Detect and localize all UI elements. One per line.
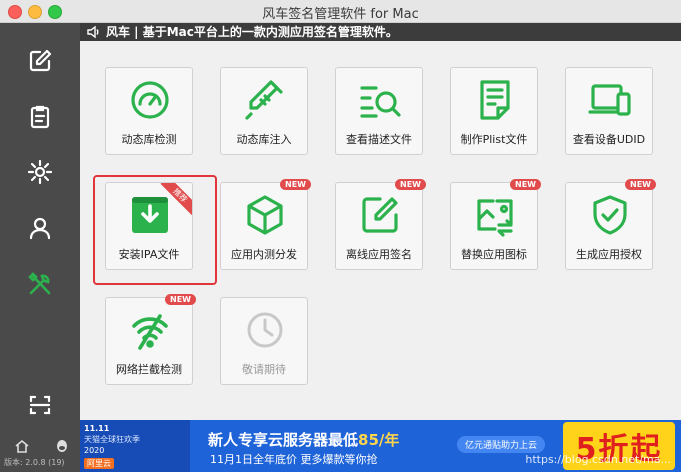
document-icon (480, 80, 510, 120)
shield-check-icon (593, 195, 627, 235)
sidebar: 版本: 2.0.8 (19) (0, 23, 80, 472)
ad-banner[interactable]: 11.11 天猫全球狂欢季 2020 阿里云 新人专享云服务器最低85/年 11… (80, 420, 681, 472)
card-label: 应用内测分发 (231, 248, 297, 261)
banner-title: 新人专享云服务器最低85/年 (208, 431, 400, 449)
card-label: 敬请期待 (242, 363, 286, 376)
tool-coming-soon: 敬请期待 (220, 297, 308, 385)
aliyun-logo: 阿里云 (84, 458, 114, 469)
new-badge: NEW (625, 179, 656, 190)
card-label: 离线应用签名 (346, 248, 412, 261)
notice-text: 风车 | 基于Mac平台上的一款内测应用签名管理软件。 (106, 25, 398, 39)
tools-icon[interactable] (22, 266, 58, 302)
gauge-icon (131, 81, 169, 119)
user-icon[interactable] (22, 210, 58, 246)
new-badge: NEW (395, 179, 426, 190)
search-list-icon (360, 86, 401, 118)
new-badge: NEW (510, 179, 541, 190)
gear-icon[interactable] (22, 154, 58, 190)
card-label: 动态库检测 (121, 133, 177, 146)
speaker-icon (87, 25, 99, 39)
banner-event-block: 11.11 天猫全球狂欢季 2020 阿里云 (80, 420, 190, 472)
tool-dylib-detect[interactable]: 动态库检测 (105, 67, 193, 155)
tool-view-udid[interactable]: 查看设备UDID (565, 67, 653, 155)
image-swap-icon (477, 199, 513, 237)
title-bar: 风车签名管理软件 for Mac (0, 0, 681, 23)
tool-make-plist[interactable]: 制作Plist文件 (450, 67, 538, 155)
banner-pill: 亿元通贴助力上云 (457, 436, 546, 453)
card-label: 替换应用图标 (461, 248, 527, 261)
device-icon (588, 84, 631, 116)
card-label: 查看设备UDID (572, 133, 646, 146)
card-label: 网络拦截检测 (116, 363, 182, 376)
tool-dylib-inject[interactable]: 动态库注入 (220, 67, 308, 155)
tool-network-intercept[interactable]: 网络拦截检测 NEW (105, 294, 196, 385)
card-label: 动态库注入 (236, 133, 292, 146)
card-label: 查看描述文件 (346, 133, 412, 146)
window-title: 风车签名管理软件 for Mac (262, 7, 419, 22)
clipboard-icon[interactable] (22, 99, 58, 135)
notice-bar: 风车 | 基于Mac平台上的一款内测应用签名管理软件。 (80, 23, 681, 41)
tool-view-profile[interactable]: 查看描述文件 (335, 67, 423, 155)
new-badge: NEW (165, 294, 196, 305)
scan-icon[interactable] (22, 387, 58, 423)
qq-icon[interactable] (54, 438, 70, 454)
syringe-icon (245, 80, 283, 120)
cube-icon (247, 195, 283, 235)
banner-subtitle: 11月1日全年底价 更多爆款等你抢 (210, 453, 378, 466)
home-icon[interactable] (14, 438, 30, 454)
new-badge: NEW (280, 179, 311, 190)
tool-beta-distribution[interactable]: 应用内测分发 NEW (220, 179, 311, 270)
wifi-block-icon (132, 314, 168, 350)
sidebar-footer-icons (14, 438, 70, 456)
watermark: https://blog.csdn.net/ma... (525, 453, 671, 466)
edit-icon[interactable] (22, 43, 58, 79)
version-label: 版本: 2.0.8 (19) (4, 458, 65, 467)
tool-offline-sign[interactable]: 离线应用签名 NEW (335, 179, 426, 270)
tool-generate-license[interactable]: 生成应用授权 NEW (565, 179, 656, 270)
app-window: 风车签名管理软件 for Mac 版本: 2.0.8 (19) 风车 | 基于M… (0, 0, 681, 472)
highlight-frame (93, 175, 217, 285)
tool-replace-icon[interactable]: 替换应用图标 NEW (450, 179, 541, 270)
clock-icon (247, 312, 283, 348)
card-label: 生成应用授权 (576, 248, 642, 261)
card-label: 制作Plist文件 (460, 133, 528, 146)
pen-square-icon (362, 197, 398, 233)
